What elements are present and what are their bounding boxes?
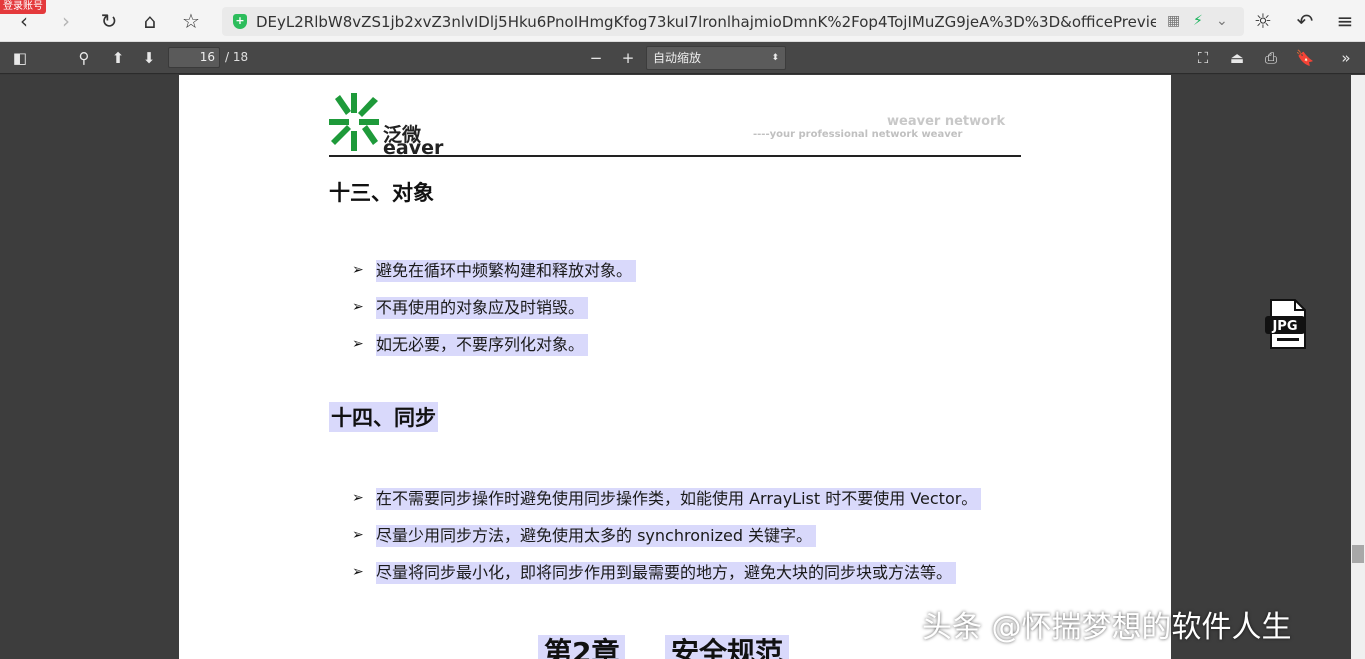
list-item-text: 如无必要，不要序列化对象。	[376, 334, 589, 356]
section-heading: 十三、对象	[329, 181, 434, 205]
zoom-out-icon[interactable]: −	[584, 46, 608, 70]
list-item-text: 不再使用的对象应及时销毁。	[376, 297, 589, 319]
home-icon[interactable]: ⌂	[138, 9, 162, 33]
next-page-icon[interactable]: ⬇	[137, 46, 161, 70]
reload-icon[interactable]: ↻	[97, 9, 121, 33]
print-icon[interactable]: ⎙	[1259, 46, 1283, 70]
open-file-icon[interactable]: ⏏	[1225, 46, 1249, 70]
page-number-input[interactable]: 16	[168, 47, 220, 68]
more-tools-icon[interactable]: »	[1334, 46, 1358, 70]
bullet-arrow-icon: ➢	[352, 262, 364, 278]
weaver-logo-icon	[329, 93, 379, 151]
brightness-icon[interactable]: ☼	[1251, 9, 1275, 33]
undo-icon[interactable]: ↶	[1293, 9, 1317, 33]
bullet-arrow-icon: ➢	[352, 490, 364, 506]
list-item-text: 避免在循环中频繁构建和释放对象。	[376, 260, 637, 282]
back-icon[interactable]: ‹	[12, 9, 36, 33]
chevron-down-icon[interactable]: ⌄	[1216, 13, 1228, 29]
favorite-star-icon[interactable]: ☆	[179, 9, 203, 33]
list-item-text: 在不需要同步操作时避免使用同步操作类，如能使用 ArrayList 时不要使用 …	[376, 488, 982, 510]
list-item-text: 尽量少用同步方法，避免使用太多的 synchronized 关键字。	[376, 525, 817, 547]
header-divider	[329, 155, 1021, 157]
select-arrow-icon: ⬍	[771, 53, 779, 63]
scrollbar-thumb[interactable]	[1352, 545, 1364, 563]
watermark-text: 头条 @怀揣梦想的软件人生	[922, 610, 1292, 645]
presentation-mode-icon[interactable]: ⛶	[1191, 46, 1215, 70]
pdf-viewer-area: 泛微 eaver weaver network ----your profess…	[0, 75, 1365, 659]
bullet-arrow-icon: ➢	[352, 336, 364, 352]
forward-icon[interactable]: ›	[54, 9, 78, 33]
bullet-arrow-icon: ➢	[352, 527, 364, 543]
header-brand: weaver network	[887, 114, 1006, 129]
jpg-file-icon[interactable]: JPG	[1265, 298, 1309, 350]
zoom-select-value: 自动缩放	[653, 51, 702, 65]
chapter-title: 安全规范	[665, 635, 790, 659]
address-bar[interactable]: + DEyL2RlbW8vZS1jb2xvZ3nlvIDlj5Hku6PnoIH…	[222, 7, 1244, 36]
menu-icon[interactable]: ≡	[1333, 9, 1357, 33]
vertical-scrollbar[interactable]	[1351, 75, 1365, 659]
secure-shield-icon: +	[233, 14, 247, 29]
header-tagline: ----your professional network weaver	[753, 129, 963, 140]
zoom-in-icon[interactable]: +	[616, 46, 640, 70]
speed-mode-icon[interactable]: ⚡	[1193, 13, 1203, 29]
list-item-text: 尽量将同步最小化，即将同步作用到最需要的地方，避免大块的同步块或方法等。	[376, 562, 957, 584]
page-total: / 18	[225, 50, 249, 64]
pdf-toolbar: ◧ ⚲ ⬆ ⬇ 16 / 18 − + 自动缩放 ⬍ ⛶ ⏏ ⎙ 🔖 »	[0, 42, 1365, 74]
bullet-arrow-icon: ➢	[352, 299, 364, 315]
url-text[interactable]: DEyL2RlbW8vZS1jb2xvZ3nlvIDlj5Hku6PnoIHmg…	[256, 13, 1156, 31]
browser-toolbar: 登录账号 ‹ › ↻ ⌂ ☆ + DEyL2RlbW8vZS1jb2xvZ3nl…	[0, 0, 1365, 42]
jpg-label: JPG	[1271, 319, 1297, 334]
bullet-arrow-icon: ➢	[352, 564, 364, 580]
chapter-number: 第2章	[538, 635, 626, 659]
sidebar-toggle-icon[interactable]: ◧	[8, 46, 32, 70]
bookmark-icon[interactable]: 🔖	[1293, 46, 1317, 70]
zoom-select[interactable]: 自动缩放 ⬍	[646, 46, 786, 70]
search-icon[interactable]: ⚲	[72, 46, 96, 70]
previous-page-icon[interactable]: ⬆	[106, 46, 130, 70]
qr-code-icon[interactable]: ▦	[1167, 13, 1180, 29]
pdf-page: 泛微 eaver weaver network ----your profess…	[179, 75, 1171, 659]
section-heading: 十四、同步	[329, 402, 438, 432]
